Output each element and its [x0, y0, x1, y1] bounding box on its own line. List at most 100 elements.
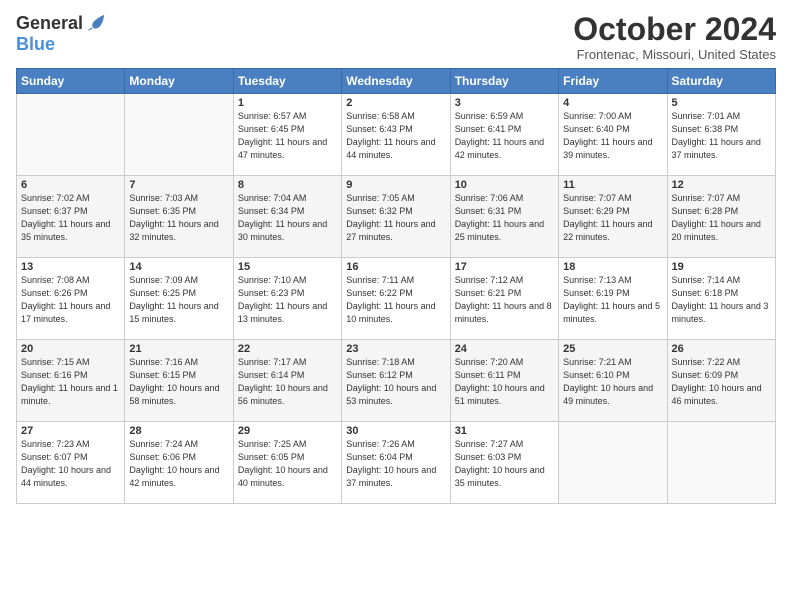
- day-number: 10: [455, 179, 554, 191]
- day-cell: [125, 94, 233, 176]
- week-row-4: 27Sunrise: 7:23 AM Sunset: 6:07 PM Dayli…: [17, 422, 776, 504]
- header-row: Sunday Monday Tuesday Wednesday Thursday…: [17, 69, 776, 94]
- day-number: 19: [672, 261, 771, 273]
- day-info: Sunrise: 7:09 AM Sunset: 6:25 PM Dayligh…: [129, 274, 228, 326]
- day-cell: 24Sunrise: 7:20 AM Sunset: 6:11 PM Dayli…: [450, 340, 558, 422]
- day-cell: 25Sunrise: 7:21 AM Sunset: 6:10 PM Dayli…: [559, 340, 667, 422]
- week-row-3: 20Sunrise: 7:15 AM Sunset: 6:16 PM Dayli…: [17, 340, 776, 422]
- day-number: 13: [21, 261, 120, 273]
- day-info: Sunrise: 7:14 AM Sunset: 6:18 PM Dayligh…: [672, 274, 771, 326]
- day-cell: 13Sunrise: 7:08 AM Sunset: 6:26 PM Dayli…: [17, 258, 125, 340]
- day-cell: 3Sunrise: 6:59 AM Sunset: 6:41 PM Daylig…: [450, 94, 558, 176]
- day-cell: [667, 422, 775, 504]
- day-info: Sunrise: 6:59 AM Sunset: 6:41 PM Dayligh…: [455, 110, 554, 162]
- day-number: 8: [238, 179, 337, 191]
- day-cell: [17, 94, 125, 176]
- day-cell: 22Sunrise: 7:17 AM Sunset: 6:14 PM Dayli…: [233, 340, 341, 422]
- calendar-page: General Blue October 2024 Frontenac, Mis…: [0, 0, 792, 514]
- day-cell: [559, 422, 667, 504]
- day-cell: 18Sunrise: 7:13 AM Sunset: 6:19 PM Dayli…: [559, 258, 667, 340]
- week-row-1: 6Sunrise: 7:02 AM Sunset: 6:37 PM Daylig…: [17, 176, 776, 258]
- day-number: 30: [346, 425, 445, 437]
- day-info: Sunrise: 7:07 AM Sunset: 6:29 PM Dayligh…: [563, 192, 662, 244]
- day-cell: 21Sunrise: 7:16 AM Sunset: 6:15 PM Dayli…: [125, 340, 233, 422]
- day-number: 26: [672, 343, 771, 355]
- day-cell: 23Sunrise: 7:18 AM Sunset: 6:12 PM Dayli…: [342, 340, 450, 422]
- day-number: 27: [21, 425, 120, 437]
- day-number: 21: [129, 343, 228, 355]
- day-cell: 8Sunrise: 7:04 AM Sunset: 6:34 PM Daylig…: [233, 176, 341, 258]
- day-info: Sunrise: 7:18 AM Sunset: 6:12 PM Dayligh…: [346, 356, 445, 408]
- week-row-0: 1Sunrise: 6:57 AM Sunset: 6:45 PM Daylig…: [17, 94, 776, 176]
- day-number: 5: [672, 97, 771, 109]
- day-cell: 2Sunrise: 6:58 AM Sunset: 6:43 PM Daylig…: [342, 94, 450, 176]
- day-number: 18: [563, 261, 662, 273]
- col-sunday: Sunday: [17, 69, 125, 94]
- month-title: October 2024: [573, 12, 776, 47]
- col-monday: Monday: [125, 69, 233, 94]
- day-info: Sunrise: 6:58 AM Sunset: 6:43 PM Dayligh…: [346, 110, 445, 162]
- day-number: 31: [455, 425, 554, 437]
- day-cell: 31Sunrise: 7:27 AM Sunset: 6:03 PM Dayli…: [450, 422, 558, 504]
- day-cell: 6Sunrise: 7:02 AM Sunset: 6:37 PM Daylig…: [17, 176, 125, 258]
- day-info: Sunrise: 6:57 AM Sunset: 6:45 PM Dayligh…: [238, 110, 337, 162]
- day-info: Sunrise: 7:01 AM Sunset: 6:38 PM Dayligh…: [672, 110, 771, 162]
- day-cell: 26Sunrise: 7:22 AM Sunset: 6:09 PM Dayli…: [667, 340, 775, 422]
- day-number: 11: [563, 179, 662, 191]
- day-cell: 10Sunrise: 7:06 AM Sunset: 6:31 PM Dayli…: [450, 176, 558, 258]
- day-number: 7: [129, 179, 228, 191]
- day-number: 28: [129, 425, 228, 437]
- day-number: 29: [238, 425, 337, 437]
- logo-general-text: General: [16, 13, 83, 34]
- day-info: Sunrise: 7:21 AM Sunset: 6:10 PM Dayligh…: [563, 356, 662, 408]
- day-info: Sunrise: 7:03 AM Sunset: 6:35 PM Dayligh…: [129, 192, 228, 244]
- logo-blue-text: Blue: [16, 34, 55, 55]
- logo-bird-icon: [85, 12, 107, 34]
- day-cell: 30Sunrise: 7:26 AM Sunset: 6:04 PM Dayli…: [342, 422, 450, 504]
- day-number: 6: [21, 179, 120, 191]
- day-number: 3: [455, 97, 554, 109]
- day-number: 12: [672, 179, 771, 191]
- col-friday: Friday: [559, 69, 667, 94]
- day-cell: 28Sunrise: 7:24 AM Sunset: 6:06 PM Dayli…: [125, 422, 233, 504]
- day-cell: 16Sunrise: 7:11 AM Sunset: 6:22 PM Dayli…: [342, 258, 450, 340]
- day-number: 16: [346, 261, 445, 273]
- day-info: Sunrise: 7:11 AM Sunset: 6:22 PM Dayligh…: [346, 274, 445, 326]
- day-cell: 17Sunrise: 7:12 AM Sunset: 6:21 PM Dayli…: [450, 258, 558, 340]
- day-number: 4: [563, 97, 662, 109]
- day-info: Sunrise: 7:22 AM Sunset: 6:09 PM Dayligh…: [672, 356, 771, 408]
- day-info: Sunrise: 7:12 AM Sunset: 6:21 PM Dayligh…: [455, 274, 554, 326]
- day-info: Sunrise: 7:20 AM Sunset: 6:11 PM Dayligh…: [455, 356, 554, 408]
- week-row-2: 13Sunrise: 7:08 AM Sunset: 6:26 PM Dayli…: [17, 258, 776, 340]
- day-info: Sunrise: 7:17 AM Sunset: 6:14 PM Dayligh…: [238, 356, 337, 408]
- day-number: 2: [346, 97, 445, 109]
- title-section: October 2024 Frontenac, Missouri, United…: [573, 12, 776, 62]
- day-info: Sunrise: 7:16 AM Sunset: 6:15 PM Dayligh…: [129, 356, 228, 408]
- day-info: Sunrise: 7:15 AM Sunset: 6:16 PM Dayligh…: [21, 356, 120, 408]
- day-info: Sunrise: 7:23 AM Sunset: 6:07 PM Dayligh…: [21, 438, 120, 490]
- day-info: Sunrise: 7:25 AM Sunset: 6:05 PM Dayligh…: [238, 438, 337, 490]
- col-thursday: Thursday: [450, 69, 558, 94]
- day-number: 20: [21, 343, 120, 355]
- logo: General Blue: [16, 12, 107, 55]
- day-info: Sunrise: 7:13 AM Sunset: 6:19 PM Dayligh…: [563, 274, 662, 326]
- day-info: Sunrise: 7:02 AM Sunset: 6:37 PM Dayligh…: [21, 192, 120, 244]
- day-cell: 1Sunrise: 6:57 AM Sunset: 6:45 PM Daylig…: [233, 94, 341, 176]
- col-wednesday: Wednesday: [342, 69, 450, 94]
- day-number: 22: [238, 343, 337, 355]
- day-cell: 11Sunrise: 7:07 AM Sunset: 6:29 PM Dayli…: [559, 176, 667, 258]
- day-number: 1: [238, 97, 337, 109]
- day-info: Sunrise: 7:04 AM Sunset: 6:34 PM Dayligh…: [238, 192, 337, 244]
- day-info: Sunrise: 7:26 AM Sunset: 6:04 PM Dayligh…: [346, 438, 445, 490]
- day-info: Sunrise: 7:07 AM Sunset: 6:28 PM Dayligh…: [672, 192, 771, 244]
- location: Frontenac, Missouri, United States: [573, 47, 776, 62]
- day-cell: 15Sunrise: 7:10 AM Sunset: 6:23 PM Dayli…: [233, 258, 341, 340]
- col-saturday: Saturday: [667, 69, 775, 94]
- day-number: 24: [455, 343, 554, 355]
- day-cell: 29Sunrise: 7:25 AM Sunset: 6:05 PM Dayli…: [233, 422, 341, 504]
- day-number: 15: [238, 261, 337, 273]
- day-cell: 14Sunrise: 7:09 AM Sunset: 6:25 PM Dayli…: [125, 258, 233, 340]
- day-number: 25: [563, 343, 662, 355]
- day-info: Sunrise: 7:06 AM Sunset: 6:31 PM Dayligh…: [455, 192, 554, 244]
- header: General Blue October 2024 Frontenac, Mis…: [16, 12, 776, 62]
